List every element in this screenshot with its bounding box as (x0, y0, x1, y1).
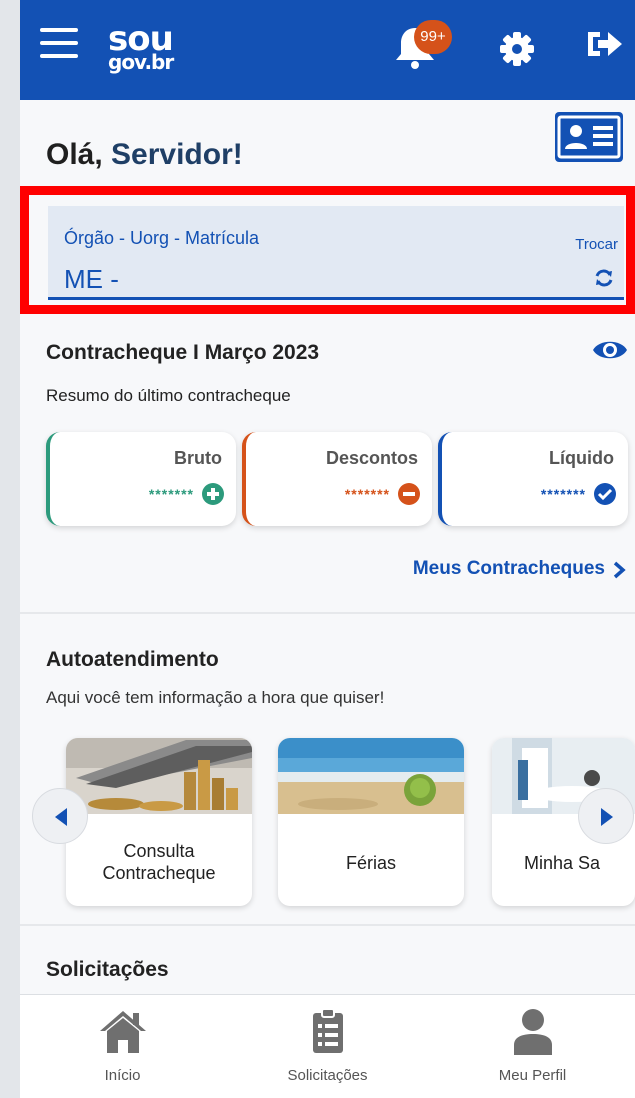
logo-bottom-text: gov.br (108, 50, 174, 74)
minus-circle-icon (398, 483, 420, 505)
nav-meu-perfil-label: Meu Perfil (498, 1067, 567, 1084)
descontos-value: ******* (344, 486, 390, 502)
menu-icon[interactable] (40, 28, 78, 66)
logout-icon[interactable] (584, 26, 624, 62)
greeting-title: Olá, Servidor! (46, 138, 243, 172)
eye-icon[interactable] (591, 336, 629, 364)
chevron-right-icon[interactable] (612, 561, 626, 579)
descontos-label: Descontos (325, 448, 418, 468)
tile-label: Consulta Contracheque (102, 841, 216, 883)
trocar-label[interactable]: Trocar (575, 236, 618, 253)
descontos-card[interactable]: Descontos ******* (242, 432, 432, 526)
triangle-left-icon (55, 808, 67, 826)
tile-label: Minha Sa (524, 853, 601, 873)
contracheque-title: Contracheque I Março 2023 (46, 341, 320, 364)
left-margin (0, 0, 20, 1098)
home-icon (99, 1011, 146, 1053)
nav-solicitacoes-label: Solicitações (287, 1067, 368, 1084)
bruto-value: ******* (148, 486, 194, 502)
clipboard-icon (312, 1008, 343, 1053)
liquido-card[interactable]: Líquido ******* (438, 432, 628, 526)
bruto-label: Bruto (174, 448, 222, 468)
nav-inicio-label: Início (104, 1067, 141, 1084)
user-icon (513, 1009, 552, 1055)
org-field-label: Órgão - Uorg - Matrícula (64, 228, 260, 248)
refresh-icon[interactable] (594, 268, 614, 288)
bottom-navigation: Início Solicitações Meu Perfil (20, 994, 635, 1098)
solicitacoes-title: Solicitações (46, 958, 169, 981)
autoatendimento-subtitle: Aqui você tem informação a hora que quis… (46, 688, 385, 707)
autoatendimento-title: Autoatendimento (46, 648, 219, 671)
top-app-bar: sou gov.br 99+ (20, 0, 635, 100)
sou-govbr-logo: sou gov.br (108, 22, 174, 74)
section-divider (20, 612, 635, 614)
bruto-card[interactable]: Bruto ******* (46, 432, 236, 526)
tile-consulta-contracheque[interactable]: Consulta Contracheque (66, 738, 252, 906)
section-divider (20, 924, 635, 926)
beach-coconut-image (278, 738, 464, 814)
id-card-icon[interactable] (555, 112, 623, 162)
meus-contracheques-link[interactable]: Meus Contracheques (413, 558, 605, 580)
carousel-next-button[interactable] (578, 788, 634, 844)
nav-inicio[interactable]: Início (20, 995, 225, 1098)
coins-laptop-image (66, 738, 252, 814)
liquido-value: ******* (540, 486, 586, 502)
gear-icon[interactable] (498, 30, 536, 68)
check-circle-icon (594, 483, 616, 505)
tile-ferias[interactable]: Férias (278, 738, 464, 906)
org-uorg-matricula-selector[interactable]: Órgão - Uorg - Matrícula ME - Trocar (48, 206, 624, 300)
nav-meu-perfil[interactable]: Meu Perfil (430, 995, 635, 1098)
notification-badge: 99+ (414, 20, 452, 54)
plus-circle-icon (202, 483, 224, 505)
org-field-value: ME - (64, 264, 119, 294)
greeting-name: Servidor! (111, 138, 243, 171)
app-screen: sou gov.br 99+ Olá, Servidor! Órgão - Uo… (20, 0, 635, 1098)
carousel-prev-button[interactable] (32, 788, 88, 844)
greeting-prefix: Olá, (46, 138, 112, 171)
contracheque-subtitle: Resumo do último contracheque (46, 386, 291, 405)
triangle-right-icon (601, 808, 613, 826)
liquido-label: Líquido (549, 448, 614, 468)
nav-solicitacoes[interactable]: Solicitações (225, 995, 430, 1098)
tile-label: Férias (345, 853, 396, 873)
